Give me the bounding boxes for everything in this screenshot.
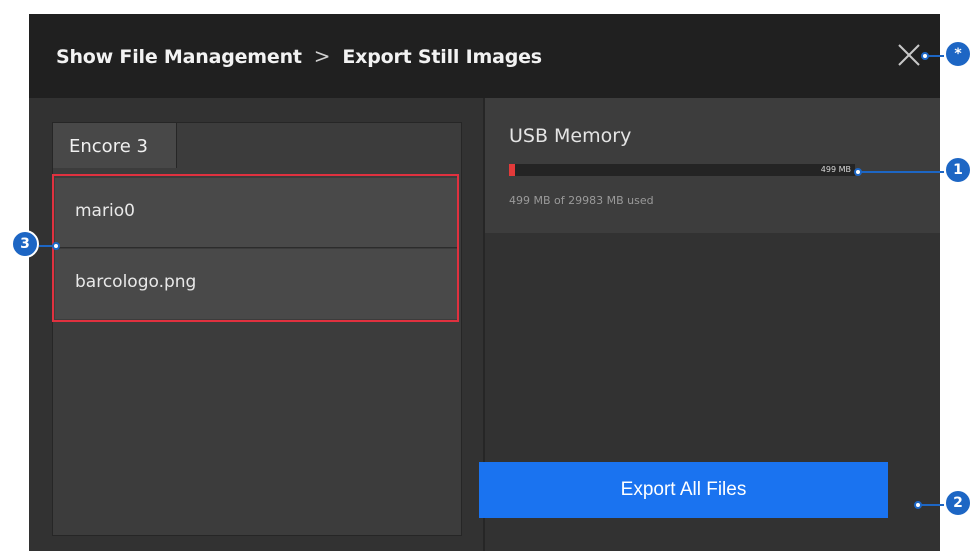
- callout-leader-lines: [39, 52, 944, 509]
- callout-badge-storage: 1: [944, 156, 972, 184]
- callout-badge-file-list: 3: [11, 230, 39, 258]
- callout-badge-export: 2: [944, 489, 972, 517]
- callout-badge-close: *: [944, 40, 972, 68]
